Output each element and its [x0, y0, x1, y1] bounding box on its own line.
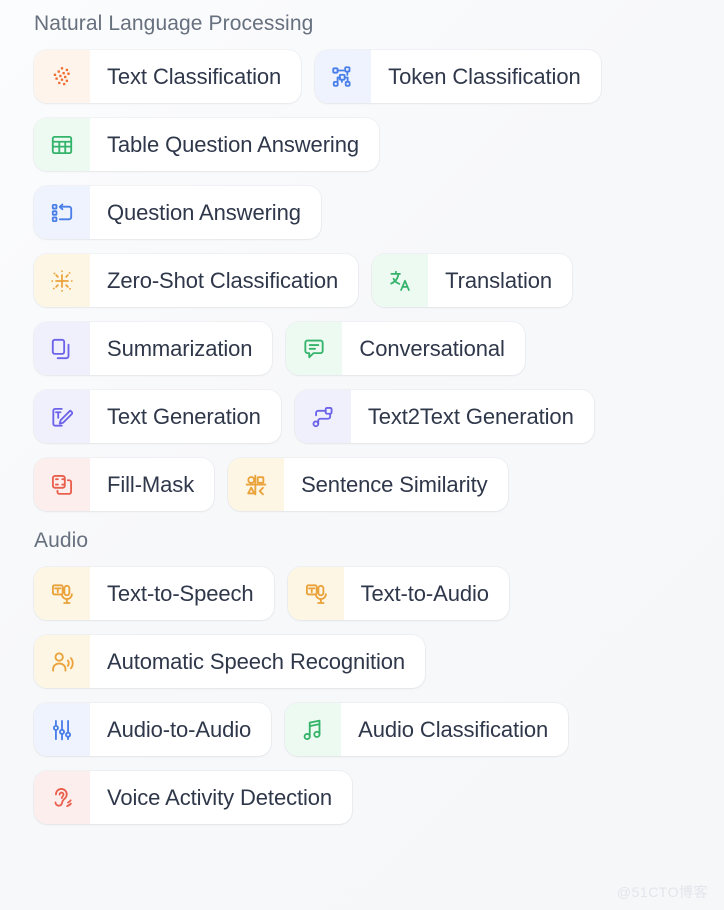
task-tag[interactable]: Translation	[372, 254, 573, 307]
task-tag-label: Zero-Shot Classification	[107, 267, 339, 293]
list-reply-icon	[34, 186, 90, 239]
task-tag[interactable]: Text-to-Speech	[34, 567, 274, 620]
task-tag[interactable]: Text2Text Generation	[294, 390, 594, 443]
task-tag-label: Question Answering	[107, 199, 301, 225]
text-pencil-icon	[34, 390, 90, 443]
sparkle-scatter-icon	[34, 254, 90, 307]
scatter-dots-icon	[34, 50, 90, 103]
task-tag-label: Text-to-Speech	[107, 580, 254, 606]
audio-tag-rows: Text-to-Speech Text-to-Audio Automatic Spe…	[18, 567, 706, 824]
task-tag[interactable]: Audio-to-Audio	[34, 703, 272, 756]
task-tag-label: Fill-Mask	[107, 471, 195, 497]
task-tag[interactable]: Summarization	[34, 322, 273, 375]
text-microphone-icon	[287, 567, 344, 620]
task-tag[interactable]: Voice Activity Detection	[34, 771, 353, 824]
task-tag[interactable]: Automatic Speech Recognition	[34, 635, 426, 688]
task-tag-label: Text Generation	[107, 403, 261, 429]
task-tag[interactable]: Conversational	[286, 322, 525, 375]
task-tag-label: Text2Text Generation	[367, 403, 574, 429]
tag-row: Text Generation Text2Text Generation	[18, 390, 706, 443]
mask-squares-icon	[34, 458, 90, 511]
task-tag-label: Text Classification	[107, 63, 282, 89]
table-grid-icon	[34, 118, 90, 171]
tag-row: Voice Activity Detection	[18, 771, 706, 824]
sliders-icon	[34, 703, 90, 756]
tag-row: Fill-Mask Sentence Similarity	[18, 458, 706, 511]
flow-nodes-icon	[294, 390, 351, 443]
ear-sound-icon	[34, 771, 90, 824]
node-graph-icon	[315, 50, 372, 103]
translate-icon	[372, 254, 429, 307]
task-tag-label: Automatic Speech Recognition	[107, 648, 406, 674]
tag-row: Table Question Answering	[18, 118, 706, 171]
task-tag-label: Table Question Answering	[107, 131, 359, 157]
task-tag-label: Sentence Similarity	[301, 471, 488, 497]
task-tag-label: Translation	[445, 267, 553, 293]
person-speak-icon	[34, 635, 90, 688]
tag-row: Automatic Speech Recognition	[18, 635, 706, 688]
task-tag-page: Natural Language Processing Text Classif…	[0, 0, 724, 824]
tag-row: Audio-to-Audio Audio Classification	[18, 703, 706, 756]
task-tag[interactable]: Zero-Shot Classification	[34, 254, 359, 307]
task-tag-label: Audio-to-Audio	[107, 716, 252, 742]
tag-row: Question Answering	[18, 186, 706, 239]
text-microphone-icon	[34, 567, 90, 620]
tag-row: Text Classification Token Classification	[18, 50, 706, 103]
task-tag-label: Token Classification	[388, 63, 581, 89]
task-tag[interactable]: Token Classification	[315, 50, 601, 103]
task-tag[interactable]: Text Generation	[34, 390, 281, 443]
task-tag-label: Audio Classification	[358, 716, 549, 742]
section-title-nlp: Natural Language Processing	[34, 12, 314, 35]
tag-row: Zero-Shot Classification Translation	[18, 254, 706, 307]
shapes-compare-icon	[228, 458, 285, 511]
task-tag-label: Text-to-Audio	[360, 580, 489, 606]
music-note-icon	[285, 703, 342, 756]
section-title-audio: Audio	[34, 529, 89, 552]
task-tag[interactable]: Text Classification	[34, 50, 302, 103]
task-tag-label: Voice Activity Detection	[107, 784, 333, 810]
tag-row: Text-to-Speech Text-to-Audio	[18, 567, 706, 620]
task-tag-label: Summarization	[107, 335, 253, 361]
nlp-tag-rows: Text Classification Token Classification T…	[18, 50, 706, 511]
task-tag-label: Conversational	[359, 335, 505, 361]
task-tag[interactable]: Audio Classification	[285, 703, 569, 756]
watermark: @51CTO博客	[616, 884, 708, 900]
copy-pages-icon	[34, 322, 90, 375]
speech-bubble-icon	[286, 322, 343, 375]
task-tag[interactable]: Question Answering	[34, 186, 321, 239]
task-tag[interactable]: Sentence Similarity	[228, 458, 508, 511]
tag-row: Summarization Conversational	[18, 322, 706, 375]
task-tag[interactable]: Table Question Answering	[34, 118, 379, 171]
task-tag[interactable]: Fill-Mask	[34, 458, 215, 511]
task-tag[interactable]: Text-to-Audio	[287, 567, 509, 620]
